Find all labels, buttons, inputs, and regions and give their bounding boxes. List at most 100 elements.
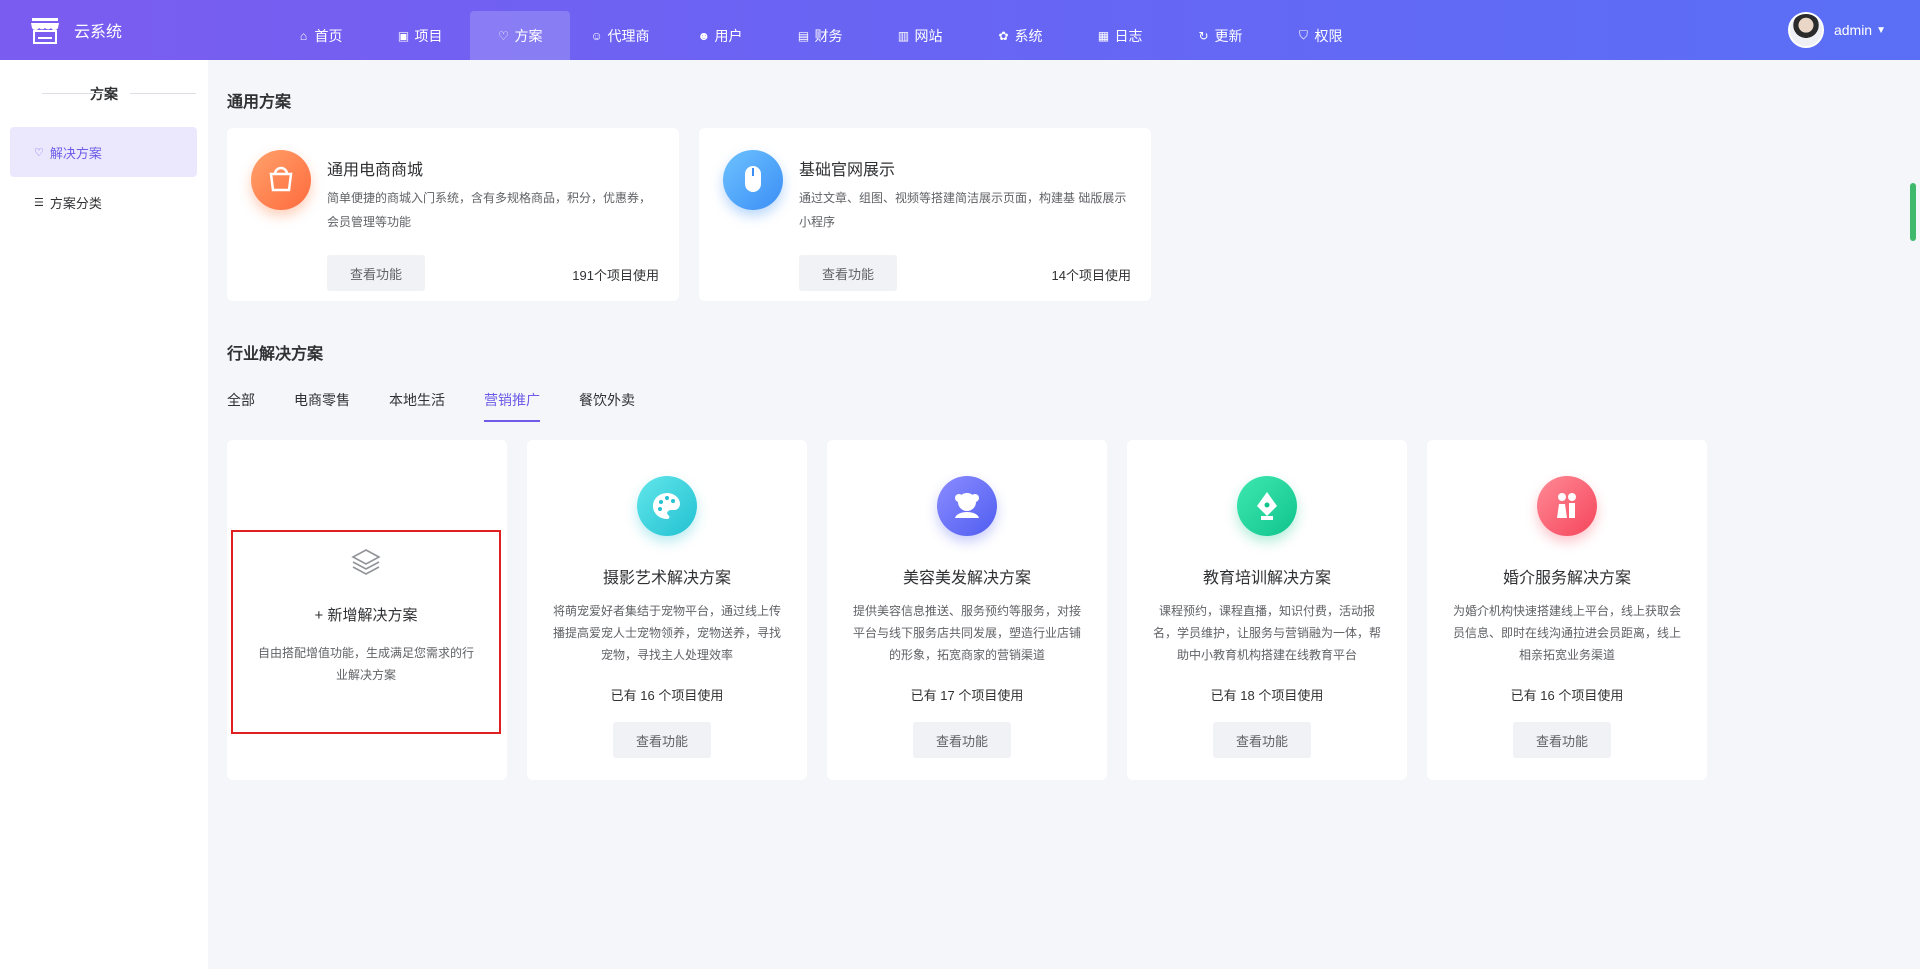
heart-icon: ♡	[498, 28, 509, 43]
shopping-bag-icon	[251, 150, 311, 210]
nav-label: 系统	[1014, 27, 1043, 44]
users-icon: ☻	[697, 28, 711, 43]
logo[interactable]: 云系统	[30, 14, 122, 46]
nav-home[interactable]: ⌂ 首页	[270, 11, 370, 60]
view-features-button[interactable]: 查看功能	[613, 722, 711, 758]
sidebar-item-categories[interactable]: ☰ 方案分类	[10, 177, 197, 227]
pen-nib-icon	[1237, 476, 1297, 536]
briefcase-icon: ▣	[397, 28, 410, 43]
nav-website[interactable]: ▥ 网站	[870, 11, 970, 60]
sidebar-title: 方案	[0, 84, 208, 104]
finance-icon: ▤	[797, 28, 810, 43]
view-features-button[interactable]: 查看功能	[913, 722, 1011, 758]
nav-label: 权限	[1314, 27, 1343, 44]
card-description: 通过文章、组图、视频等搭建简洁展示页面，构建基 础版展示小程序	[799, 191, 1127, 229]
nav-label: 网站	[914, 27, 943, 44]
solution-card-photography: 摄影艺术解决方案 将萌宠爱好者集结于宠物平台，通过线上传播提高爱宠人士宠物领养，…	[527, 440, 807, 780]
nav-system[interactable]: ✿ 系统	[970, 11, 1070, 60]
top-header: 云系统 ⌂ 首页 ▣ 项目 ♡ 方案 ☺ 代理商 ☻ 用户 ▤ 财务 ▥ 网站 ✿ 系统 ▦ 日志…	[0, 0, 1920, 60]
card-title: 婚介服务解决方案	[1502, 570, 1631, 587]
usage-count: 14个项目使用	[1051, 268, 1131, 283]
card-title: 基础官网展示	[799, 162, 896, 179]
card-description: 为婚介机构快速搭建线上平台，线上获取会员信息、即时在线沟通拉进会员距离，线上相亲…	[1452, 604, 1681, 662]
card-description: 简单便捷的商城入门系统，含有多规格商品，积分，优惠券，会员管理等功能	[327, 191, 652, 229]
sidebar-item-solutions[interactable]: ♡ 解决方案	[10, 127, 197, 177]
beauty-icon	[937, 476, 997, 536]
tab-all[interactable]: 全部	[227, 390, 255, 422]
nav-label: 财务	[814, 27, 843, 44]
nav-label: 日志	[1114, 27, 1143, 44]
usage-count: 已有 16 个项目使用	[610, 688, 724, 703]
tab-food-delivery[interactable]: 餐饮外卖	[579, 390, 635, 422]
scrollbar-thumb[interactable]	[1910, 183, 1916, 241]
add-solution-card: + 新增解决方案 自由搭配增值功能，生成满足您需求的行业解决方案	[227, 440, 507, 780]
nav-label: 更新	[1214, 27, 1243, 44]
view-features-button[interactable]: 查看功能	[327, 255, 425, 291]
settings-icon: ✿	[998, 28, 1009, 43]
palette-icon	[637, 476, 697, 536]
view-features-button[interactable]: 查看功能	[1213, 722, 1311, 758]
usage-count: 191个项目使用	[572, 268, 659, 283]
nav-label: 代理商	[607, 27, 650, 44]
section-title-industry: 行业解决方案	[227, 346, 324, 363]
list-icon: ☰	[34, 196, 44, 209]
heart-icon: ♡	[34, 146, 44, 159]
user-menu[interactable]: admin ▼	[1787, 12, 1886, 48]
industry-tabs: 全部 电商零售 本地生活 营销推广 餐饮外卖	[227, 390, 674, 422]
shield-icon: ⛉	[1298, 28, 1308, 42]
usage-count: 已有 16 个项目使用	[1510, 688, 1624, 703]
mouse-icon	[723, 150, 783, 210]
refresh-icon: ↻	[1198, 28, 1209, 43]
avatar[interactable]	[1787, 12, 1824, 48]
sidebar-item-label: 解决方案	[49, 145, 102, 161]
logo-text: 云系统	[74, 24, 123, 41]
card-title: 摄影艺术解决方案	[602, 570, 731, 587]
nav-logs[interactable]: ▦ 日志	[1070, 11, 1170, 60]
card-description: 将萌宠爱好者集结于宠物平台，通过线上传播提高爱宠人士宠物领养，宠物送养，寻找宠物…	[552, 604, 781, 662]
card-title: 美容美发解决方案	[902, 570, 1031, 587]
website-icon: ▥	[897, 28, 910, 43]
card-title: 通用电商商城	[327, 162, 424, 179]
nav-agents[interactable]: ☺ 代理商	[570, 11, 670, 60]
log-icon: ▦	[1097, 28, 1110, 43]
user-icon: ☺	[590, 28, 603, 43]
general-card-website: 基础官网展示 通过文章、组图、视频等搭建简洁展示页面，构建基 础版展示小程序 查…	[699, 128, 1151, 301]
card-description: 提供美容信息推送、服务预约等服务，对接平台与线下服务店共同发展，塑造行业店铺的形…	[852, 604, 1081, 662]
tab-marketing[interactable]: 营销推广	[484, 390, 540, 422]
add-solution-description: 自由搭配增值功能，生成满足您需求的行业解决方案	[257, 646, 474, 682]
sidebar-item-label: 方案分类	[49, 195, 102, 211]
nav-label: 项目	[414, 27, 443, 44]
add-solution-button[interactable]: + 新增解决方案 自由搭配增值功能，生成满足您需求的行业解决方案	[231, 530, 501, 734]
couple-icon	[1537, 476, 1597, 536]
home-icon: ⌂	[299, 28, 308, 43]
sidebar: 方案 ♡ 解决方案 ☰ 方案分类	[0, 60, 208, 969]
chevron-down-icon[interactable]: ▼	[1876, 25, 1886, 36]
nav-solutions[interactable]: ♡ 方案	[470, 11, 570, 60]
tab-local-life[interactable]: 本地生活	[389, 390, 445, 422]
view-features-button[interactable]: 查看功能	[799, 255, 897, 291]
solution-card-education: 教育培训解决方案 课程预约，课程直播，知识付费，活动报名，学员维护，让服务与营销…	[1127, 440, 1407, 780]
nav-label: 首页	[314, 27, 343, 44]
nav-users[interactable]: ☻ 用户	[670, 11, 770, 60]
nav-projects[interactable]: ▣ 项目	[370, 11, 470, 60]
solution-card-matchmaking: 婚介服务解决方案 为婚介机构快速搭建线上平台，线上获取会员信息、即时在线沟通拉进…	[1427, 440, 1707, 780]
solution-card-beauty: 美容美发解决方案 提供美容信息推送、服务预约等服务，对接平台与线下服务店共同发展…	[827, 440, 1107, 780]
nav-permissions[interactable]: ⛉ 权限	[1270, 11, 1370, 60]
usage-count: 已有 17 个项目使用	[910, 688, 1024, 703]
card-description: 课程预约，课程直播，知识付费，活动报名，学员维护，让服务与营销融为一体，帮助中小…	[1152, 604, 1381, 662]
section-title-general: 通用方案	[227, 94, 292, 111]
nav-label: 用户	[714, 27, 743, 44]
tab-ecommerce-retail[interactable]: 电商零售	[294, 390, 350, 422]
add-solution-title: + 新增解决方案	[314, 607, 418, 624]
layers-icon	[351, 549, 381, 575]
store-icon	[31, 18, 59, 44]
general-card-ecommerce: 通用电商商城 简单便捷的商城入门系统，含有多规格商品，积分，优惠券，会员管理等功…	[227, 128, 679, 301]
nav-finance[interactable]: ▤ 财务	[770, 11, 870, 60]
user-name[interactable]: admin	[1834, 22, 1872, 38]
main-nav: ⌂ 首页 ▣ 项目 ♡ 方案 ☺ 代理商 ☻ 用户 ▤ 财务 ▥ 网站 ✿ 系统 ▦ 日志 ↻ 更新…	[270, 11, 1370, 61]
nav-update[interactable]: ↻ 更新	[1170, 11, 1270, 60]
card-title: 教育培训解决方案	[1202, 570, 1331, 587]
nav-label: 方案	[514, 27, 543, 44]
view-features-button[interactable]: 查看功能	[1513, 722, 1611, 758]
usage-count: 已有 18 个项目使用	[1210, 688, 1324, 703]
